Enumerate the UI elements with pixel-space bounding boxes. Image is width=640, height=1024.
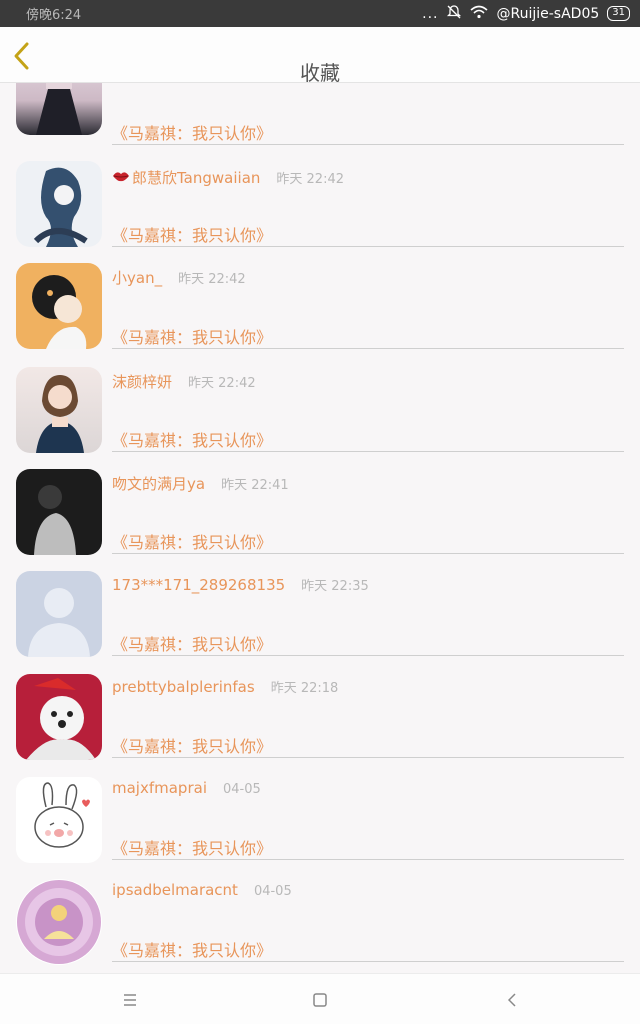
user-name[interactable]: majxfmaprai xyxy=(112,779,207,797)
item-meta: 吻文的满月ya 昨天 22:41 xyxy=(112,473,289,494)
list-item[interactable]: 《马嘉祺：我只认你》 xyxy=(0,83,640,145)
divider xyxy=(112,961,624,962)
item-meta: majxfmaprai 04-05 xyxy=(112,779,261,797)
battery-icon: 31 xyxy=(607,6,630,21)
item-meta: 173***171_289268135 昨天 22:35 xyxy=(112,575,369,594)
song-title[interactable]: 《马嘉祺：我只认你》 xyxy=(112,222,272,246)
user-name[interactable]: 吻文的满月ya xyxy=(112,473,205,494)
notification-dots: ... xyxy=(422,5,439,22)
song-title[interactable]: 《马嘉祺：我只认你》 xyxy=(112,529,272,553)
song-title[interactable]: 《马嘉祺：我只认你》 xyxy=(112,937,272,961)
timestamp: 昨天 22:18 xyxy=(270,681,339,696)
list-item[interactable]: 郎慧欣Tangwaiian 昨天 22:42 《马嘉祺：我只认你》 xyxy=(0,143,640,247)
song-title[interactable]: 《马嘉祺：我只认你》 xyxy=(112,835,272,859)
status-right: ... @Ruijie-sAD05 31 xyxy=(422,4,630,24)
list-item[interactable]: 173***171_289268135 昨天 22:35 《马嘉祺：我只认你》 xyxy=(0,551,640,657)
ornate-circle-avatar[interactable] xyxy=(16,879,102,965)
menu-icon xyxy=(124,994,136,1006)
list-item[interactable]: 小yan_ 昨天 22:42 《马嘉祺：我只认你》 xyxy=(0,245,640,349)
network-name: @Ruijie-sAD05 xyxy=(496,5,600,22)
song-title[interactable]: 《马嘉祺：我只认你》 xyxy=(112,427,272,451)
user-name[interactable]: 沫颜梓妍 xyxy=(112,371,172,392)
status-bar: 傍晚6:24 ... @Ruijie-sAD05 31 xyxy=(0,0,640,27)
lips-icon xyxy=(112,168,130,182)
timestamp: 昨天 22:35 xyxy=(301,579,369,594)
timestamp: 04-05 xyxy=(253,884,292,899)
cartoon-avatar[interactable] xyxy=(16,263,102,349)
wifi-icon xyxy=(470,5,489,23)
home-button[interactable] xyxy=(306,986,334,1014)
user-name[interactable]: prebttybalplerinfas xyxy=(112,678,255,696)
bunny-sticker-avatar[interactable] xyxy=(16,777,102,863)
girl-photo-avatar[interactable] xyxy=(16,83,102,135)
song-title[interactable]: 《马嘉祺：我只认你》 xyxy=(112,631,272,655)
menu-button[interactable] xyxy=(116,986,144,1014)
page-title: 收藏 xyxy=(300,61,340,85)
list-item[interactable]: majxfmaprai 04-05 《马嘉祺：我只认你》 xyxy=(0,755,640,863)
item-meta: 郎慧欣Tangwaiian 昨天 22:42 xyxy=(112,167,344,188)
user-name[interactable]: 小yan_ xyxy=(112,267,162,288)
header: 收藏 xyxy=(0,27,640,85)
timestamp: 昨天 22:41 xyxy=(221,478,289,493)
timestamp: 昨天 22:42 xyxy=(178,272,246,287)
user-name[interactable]: ipsadbelmaracnt xyxy=(112,881,238,899)
list-item[interactable]: ipsadbelmaracnt 04-05 《马嘉祺：我只认你》 xyxy=(0,857,640,965)
song-title[interactable]: 《马嘉祺：我只认你》 xyxy=(112,733,272,757)
bell-muted-icon xyxy=(446,4,462,24)
nav-back-button[interactable] xyxy=(498,986,526,1014)
song-title[interactable]: 《马嘉祺：我只认你》 xyxy=(112,324,272,348)
dark-photo-avatar[interactable] xyxy=(16,469,102,555)
item-meta: ipsadbelmaracnt 04-05 xyxy=(112,881,292,899)
dog-photo-avatar[interactable] xyxy=(16,674,102,760)
default-person-avatar[interactable] xyxy=(16,571,102,657)
home-icon xyxy=(313,993,327,1007)
girl-photo-avatar[interactable] xyxy=(16,367,102,453)
timestamp: 昨天 22:42 xyxy=(276,172,345,187)
list-item[interactable]: 吻文的满月ya 昨天 22:41 《马嘉祺：我只认你》 xyxy=(0,449,640,555)
item-meta: prebttybalplerinfas 昨天 22:18 xyxy=(112,677,338,696)
user-name[interactable]: 郎慧欣Tangwaiian xyxy=(132,167,260,188)
list-item[interactable]: prebttybalplerinfas 昨天 22:18 《马嘉祺：我只认你》 xyxy=(0,653,640,760)
anime-girl-avatar[interactable] xyxy=(16,161,102,247)
item-meta: 小yan_ 昨天 22:42 xyxy=(112,267,246,288)
timestamp: 04-05 xyxy=(222,782,261,797)
timestamp: 昨天 22:42 xyxy=(188,376,256,391)
item-meta: 沫颜梓妍 昨天 22:42 xyxy=(112,371,256,392)
list-item[interactable]: 沫颜梓妍 昨天 22:42 《马嘉祺：我只认你》 xyxy=(0,347,640,453)
favorites-list: 《马嘉祺：我只认你》 郎慧欣Tangwaiian 昨天 22:42 《马嘉祺：我… xyxy=(0,83,640,973)
song-title[interactable]: 《马嘉祺：我只认你》 xyxy=(112,120,272,144)
back-icon xyxy=(507,993,516,1007)
status-time: 傍晚6:24 xyxy=(26,8,82,23)
user-name[interactable]: 173***171_289268135 xyxy=(112,576,285,594)
system-nav-bar xyxy=(0,973,640,1024)
